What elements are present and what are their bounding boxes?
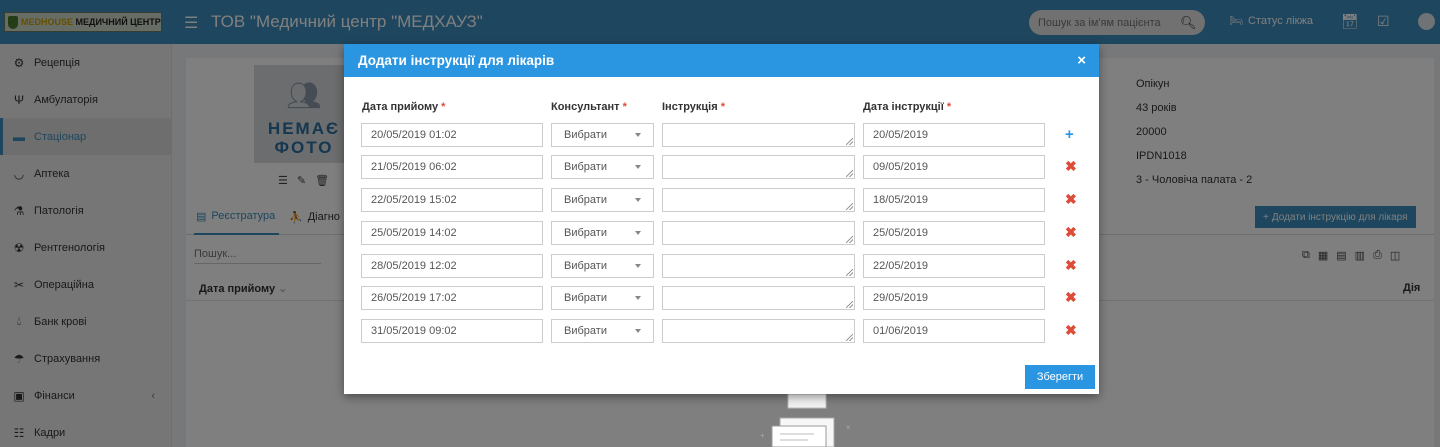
admission-date-input[interactable]: [361, 123, 543, 147]
admission-date-input[interactable]: [361, 254, 543, 278]
close-icon[interactable]: ×: [1077, 52, 1086, 69]
resize-grip-icon[interactable]: [846, 301, 853, 308]
instruction-row: Вибрати ✖: [344, 319, 1099, 343]
instruction-row: Вибрати ✖: [344, 221, 1099, 245]
admission-date-input[interactable]: [361, 188, 543, 212]
instruction-date-input[interactable]: [863, 188, 1045, 212]
resize-grip-icon[interactable]: [846, 203, 853, 210]
admission-date-input[interactable]: [361, 286, 543, 310]
caret-down-icon: [635, 133, 641, 137]
label-admission-date: Дата прийому *: [362, 101, 446, 113]
caret-down-icon: [635, 329, 641, 333]
modal-header: Додати інструкції для лікарів ×: [344, 44, 1099, 77]
consultant-select-value: Вибрати: [564, 260, 607, 272]
consultant-select[interactable]: Вибрати: [551, 188, 654, 212]
consultant-select-value: Вибрати: [564, 292, 607, 304]
instruction-date-input[interactable]: [863, 123, 1045, 147]
consultant-select-value: Вибрати: [564, 129, 607, 141]
consultant-select[interactable]: Вибрати: [551, 123, 654, 147]
resize-grip-icon[interactable]: [846, 269, 853, 276]
caret-down-icon: [635, 231, 641, 235]
instruction-textarea[interactable]: [662, 319, 855, 343]
resize-grip-icon[interactable]: [846, 236, 853, 243]
instruction-row: Вибрати ✖: [344, 254, 1099, 278]
empty-state-illustration: × +: [760, 394, 851, 447]
resize-grip-icon[interactable]: [846, 138, 853, 145]
instruction-date-input[interactable]: [863, 254, 1045, 278]
modal-title: Додати інструкції для лікарів: [358, 53, 555, 68]
instruction-textarea[interactable]: [662, 221, 855, 245]
instruction-row: Вибрати ✖: [344, 155, 1099, 179]
label-instruction: Інструкція *: [662, 101, 725, 113]
instruction-row: Вибрати ✖: [344, 188, 1099, 212]
svg-text:+: +: [760, 431, 765, 440]
caret-down-icon: [635, 296, 641, 300]
caret-down-icon: [635, 198, 641, 202]
instruction-textarea[interactable]: [662, 254, 855, 278]
remove-row-icon[interactable]: ✖: [1065, 289, 1077, 306]
resize-grip-icon[interactable]: [846, 170, 853, 177]
admission-date-input[interactable]: [361, 155, 543, 179]
label-consultant: Консультант *: [551, 101, 627, 113]
admission-date-input[interactable]: [361, 221, 543, 245]
instruction-date-input[interactable]: [863, 319, 1045, 343]
consultant-select-value: Вибрати: [564, 325, 607, 337]
remove-row-icon[interactable]: ✖: [1065, 191, 1077, 208]
remove-row-icon[interactable]: ✖: [1065, 322, 1077, 339]
resize-grip-icon[interactable]: [846, 334, 853, 341]
instruction-textarea[interactable]: [662, 155, 855, 179]
svg-text:×: ×: [846, 423, 851, 432]
consultant-select[interactable]: Вибрати: [551, 319, 654, 343]
instruction-row: Вибрати +: [344, 123, 1099, 147]
consultant-select-value: Вибрати: [564, 194, 607, 206]
caret-down-icon: [635, 264, 641, 268]
consultant-select[interactable]: Вибрати: [551, 221, 654, 245]
consultant-select[interactable]: Вибрати: [551, 254, 654, 278]
instruction-date-input[interactable]: [863, 155, 1045, 179]
label-instruction-date: Дата інструкції *: [863, 101, 952, 113]
instruction-date-input[interactable]: [863, 221, 1045, 245]
consultant-select[interactable]: Вибрати: [551, 155, 654, 179]
instruction-textarea[interactable]: [662, 123, 855, 147]
instruction-date-input[interactable]: [863, 286, 1045, 310]
add-instructions-modal: Додати інструкції для лікарів × Дата при…: [344, 44, 1099, 394]
save-button[interactable]: Зберегти: [1025, 365, 1095, 389]
remove-row-icon[interactable]: ✖: [1065, 257, 1077, 274]
remove-row-icon[interactable]: ✖: [1065, 158, 1077, 175]
add-row-icon[interactable]: +: [1065, 126, 1074, 143]
caret-down-icon: [635, 165, 641, 169]
consultant-select-value: Вибрати: [564, 161, 607, 173]
admission-date-input[interactable]: [361, 319, 543, 343]
instruction-textarea[interactable]: [662, 188, 855, 212]
remove-row-icon[interactable]: ✖: [1065, 224, 1077, 241]
consultant-select[interactable]: Вибрати: [551, 286, 654, 310]
consultant-select-value: Вибрати: [564, 227, 607, 239]
instruction-textarea[interactable]: [662, 286, 855, 310]
instruction-row: Вибрати ✖: [344, 286, 1099, 310]
